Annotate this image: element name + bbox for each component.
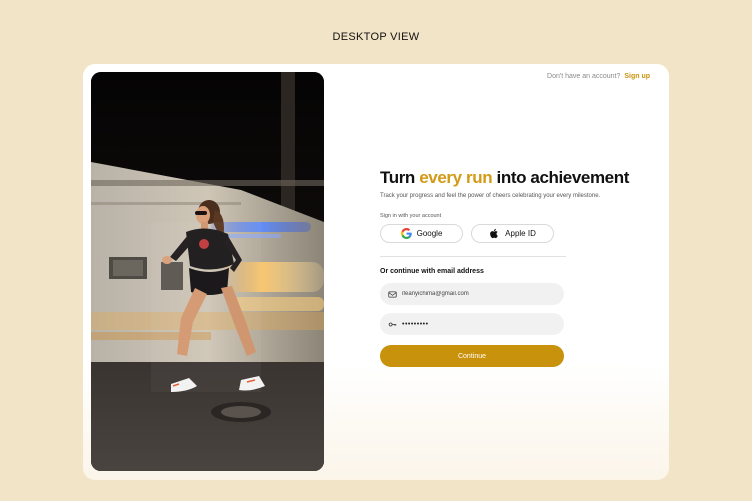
email-field[interactable] <box>380 283 564 305</box>
signin-card: Don't have an account? Sign up Turn ever… <box>83 64 669 480</box>
headline-end: into achievement <box>492 168 630 187</box>
social-signin-label: Sign in with your account <box>380 213 442 219</box>
signup-link[interactable]: Sign up <box>624 73 650 80</box>
signin-form: Turn every run into achievement Track yo… <box>380 168 629 367</box>
google-signin-button[interactable]: Google <box>380 224 463 243</box>
password-field[interactable] <box>380 313 564 335</box>
google-button-label: Google <box>416 229 443 238</box>
signup-prompt-text: Don't have an account? <box>547 73 621 80</box>
page-title: Turn every run into achievement <box>380 168 629 188</box>
view-label: DESKTOP VIEW <box>332 31 420 43</box>
runner-photo <box>91 72 324 471</box>
email-input[interactable] <box>402 291 552 297</box>
social-buttons: Google Apple ID <box>380 224 566 243</box>
password-input[interactable] <box>402 320 552 328</box>
headline-accent: every run <box>419 168 493 187</box>
google-icon <box>400 228 412 239</box>
signup-prompt: Don't have an account? Sign up <box>547 73 650 80</box>
headline-start: Turn <box>380 168 420 187</box>
email-section-label: Or continue with email address <box>380 268 484 275</box>
apple-signin-button[interactable]: Apple ID <box>471 224 554 243</box>
divider <box>380 256 566 257</box>
apple-button-label: Apple ID <box>505 229 536 238</box>
key-icon <box>388 320 397 329</box>
mail-icon <box>388 290 397 299</box>
apple-icon <box>489 228 500 239</box>
page-subtitle: Track your progress and feel the power o… <box>380 193 601 199</box>
continue-button[interactable]: Continue <box>380 345 564 367</box>
